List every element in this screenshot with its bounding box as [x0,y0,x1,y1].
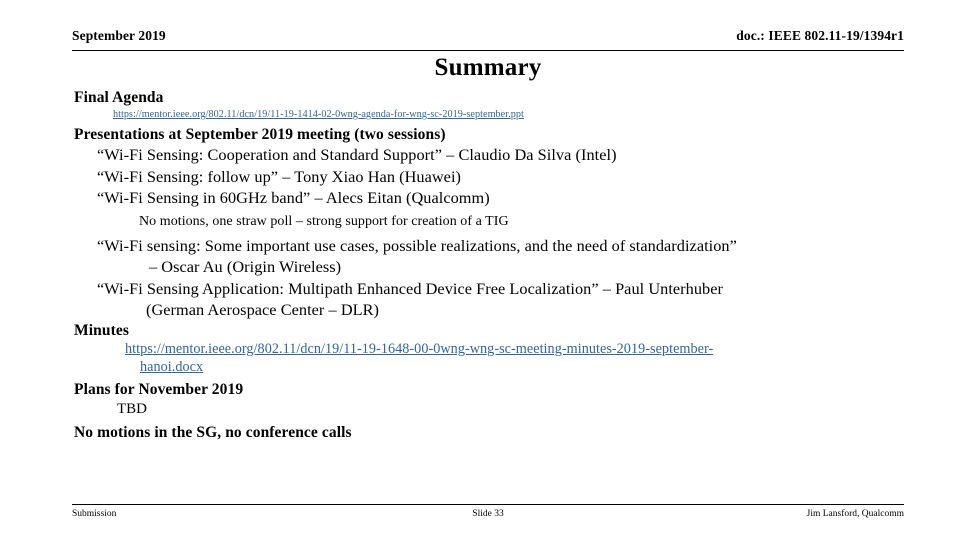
slide-body: Final Agenda https://mentor.ieee.org/802… [72,88,908,442]
plans-value: TBD [117,400,147,417]
minutes-link-part-1[interactable]: https://mentor.ieee.org/802.11/dcn/19/11… [125,341,713,357]
slide: September 2019 doc.: IEEE 802.11-19/1394… [0,0,960,540]
footer-slide-number: Slide 33 [472,509,504,519]
page-title: Summary [434,54,542,81]
presentation-item-3: “Wi-Fi Sensing in 60GHz band” – Alecs Ei… [97,188,490,207]
minutes-link-part-2[interactable]: hanoi.docx [140,359,203,375]
final-agenda-link-row: https://mentor.ieee.org/802.11/dcn/19/11… [113,107,908,122]
footer-author: Jim Lansford, Qualcomm [806,509,904,519]
minutes-link-row-2: hanoi.docx [140,358,908,377]
minutes-link-row-1: https://mentor.ieee.org/802.11/dcn/19/11… [125,340,908,359]
header-date: September 2019 [72,28,166,43]
plans-heading: Plans for November 2019 [74,380,244,398]
presentation-item-5-line-2: (German Aerospace Center – DLR) [146,300,380,319]
straw-poll-note: No motions, one straw poll – strong supp… [139,213,509,229]
slide-footer: Submission Slide 33 Jim Lansford, Qualco… [72,504,904,525]
presentations-heading: Presentations at September 2019 meeting … [74,126,446,143]
no-motions-heading: No motions in the SG, no conference call… [74,423,352,441]
presentation-item-4-line-1: “Wi-Fi sensing: Some important use cases… [97,235,737,255]
final-agenda-link[interactable]: https://mentor.ieee.org/802.11/dcn/19/11… [113,109,524,120]
presentation-item-2: “Wi-Fi Sensing: follow up” – Tony Xiao H… [97,166,462,186]
presentation-item-5-line-1: “Wi-Fi Sensing Application: Multipath En… [97,278,723,298]
minutes-heading: Minutes [74,321,129,339]
presentation-item-1: “Wi-Fi Sensing: Cooperation and Standard… [97,145,617,164]
header-document-id: doc.: IEEE 802.11-19/1394r1 [736,28,904,43]
presentation-item-4-line-2: – Oscar Au (Origin Wireless) [149,257,342,276]
slide-header: September 2019 doc.: IEEE 802.11-19/1394… [72,28,904,51]
final-agenda-heading: Final Agenda [74,89,164,106]
